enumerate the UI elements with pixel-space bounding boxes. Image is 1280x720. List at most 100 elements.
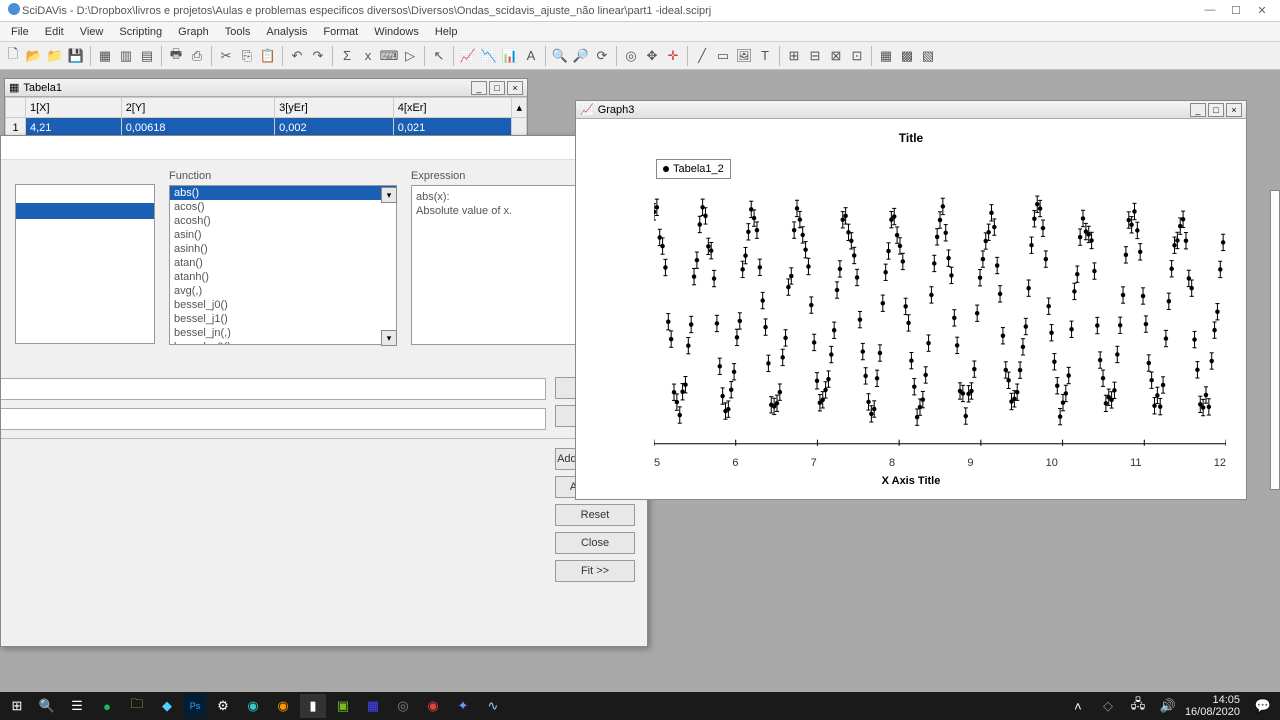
fit-button[interactable]: Fit >> (555, 560, 635, 582)
table-maximize[interactable]: □ (489, 81, 505, 95)
app5-icon[interactable]: ✦ (450, 694, 476, 718)
function-item[interactable]: acos() (170, 200, 396, 214)
search-icon[interactable]: 🔍 (34, 694, 60, 718)
line-icon[interactable]: ╱ (693, 47, 711, 65)
terminal-icon[interactable]: ▮ (300, 694, 326, 718)
minimize-button[interactable]: — (1198, 4, 1222, 17)
grid1-icon[interactable]: ▦ (877, 47, 895, 65)
plot-icon[interactable]: 📈 (459, 47, 477, 65)
edge-icon[interactable]: ◉ (240, 694, 266, 718)
plot3-icon[interactable]: 📊 (501, 47, 519, 65)
table-minimize[interactable]: _ (471, 81, 487, 95)
undo-icon[interactable]: ↶ (288, 47, 306, 65)
zoomreset-icon[interactable]: ⟳ (593, 47, 611, 65)
menu-tools[interactable]: Tools (218, 24, 258, 40)
col-header-4[interactable]: 4[xEr] (393, 98, 512, 118)
app3-icon[interactable]: ▦ (360, 694, 386, 718)
x-icon[interactable]: x (359, 47, 377, 65)
app2-icon[interactable]: ▣ (330, 694, 356, 718)
newnote-icon[interactable]: ▤ (138, 47, 156, 65)
export-icon[interactable]: ⎙ (188, 47, 206, 65)
menu-format[interactable]: Format (316, 24, 365, 40)
col-header-1[interactable]: 1[X] (26, 98, 122, 118)
start-icon[interactable]: ⊞ (4, 694, 30, 718)
open2-icon[interactable]: 📁 (46, 47, 64, 65)
close-button[interactable]: ✕ (1250, 4, 1274, 17)
category-selected[interactable] (16, 203, 154, 219)
settings-icon[interactable]: ⚙ (210, 694, 236, 718)
col-header-3[interactable]: 3[yEr] (275, 98, 394, 118)
scrollbar-up[interactable]: ▴ (512, 98, 527, 118)
function-item[interactable]: atan() (170, 256, 396, 270)
graph-maximize[interactable]: □ (1208, 103, 1224, 117)
explorer-icon[interactable]: 🗀 (124, 694, 150, 718)
app4-icon[interactable]: ◉ (420, 694, 446, 718)
new-icon[interactable]: 🗋 (4, 47, 22, 65)
plot-legend[interactable]: Tabela1_2 (656, 159, 731, 179)
graph-close[interactable]: × (1226, 103, 1242, 117)
scroll-down-icon[interactable]: ▾ (381, 330, 397, 346)
zoomout-icon[interactable]: 🔎 (572, 47, 590, 65)
taskview-icon[interactable]: ☰ (64, 694, 90, 718)
obs-icon[interactable]: ◎ (390, 694, 416, 718)
print-icon[interactable]: 🖶 (167, 47, 185, 65)
newmatrix-icon[interactable]: ▥ (117, 47, 135, 65)
tray-dropbox-icon[interactable]: ◇ (1095, 694, 1121, 718)
menu-graph[interactable]: Graph (171, 24, 216, 40)
function-item[interactable]: asinh() (170, 242, 396, 256)
grid3-icon[interactable]: ▧ (919, 47, 937, 65)
function-item[interactable]: bessel_j1() (170, 312, 396, 326)
menu-edit[interactable]: Edit (38, 24, 71, 40)
function-item[interactable]: bessel_j0() (170, 298, 396, 312)
function-item[interactable]: bessel_jn(,) (170, 326, 396, 340)
function-item[interactable]: avg(,) (170, 284, 396, 298)
sigma-icon[interactable]: Σ (338, 47, 356, 65)
newtable-icon[interactable]: ▦ (96, 47, 114, 65)
plot2-icon[interactable]: 📉 (480, 47, 498, 65)
function-item[interactable]: bessel_y0() (170, 340, 396, 345)
menu-windows[interactable]: Windows (367, 24, 426, 40)
grid2-icon[interactable]: ▩ (898, 47, 916, 65)
image-icon[interactable]: 🖼 (735, 47, 753, 65)
cut-icon[interactable]: ✂ (217, 47, 235, 65)
run-icon[interactable]: ▷ (401, 47, 419, 65)
tray-net-icon[interactable]: 🖧 (1125, 694, 1151, 718)
plotA-icon[interactable]: A (522, 47, 540, 65)
dropdown-arrow-icon[interactable]: ▾ (381, 187, 397, 203)
cross-icon[interactable]: ✛ (664, 47, 682, 65)
col-header-2[interactable]: 2[Y] (121, 98, 274, 118)
function-listbox[interactable]: abs()acos()acosh()asin()asinh()atan()ata… (169, 185, 397, 345)
target-icon[interactable]: ◎ (622, 47, 640, 65)
move-icon[interactable]: ✥ (643, 47, 661, 65)
layer1-icon[interactable]: ⊞ (785, 47, 803, 65)
reset-button[interactable]: Reset (555, 504, 635, 526)
layer2-icon[interactable]: ⊟ (806, 47, 824, 65)
graph-minimize[interactable]: _ (1190, 103, 1206, 117)
layer4-icon[interactable]: ⊡ (848, 47, 866, 65)
name-input[interactable] (1, 378, 546, 400)
firefox-icon[interactable]: ◉ (270, 694, 296, 718)
category-list[interactable] (15, 184, 155, 344)
script-icon[interactable]: ⌨ (380, 47, 398, 65)
app1-icon[interactable]: ◆ (154, 694, 180, 718)
save-icon[interactable]: 💾 (67, 47, 85, 65)
menu-view[interactable]: View (73, 24, 111, 40)
scidavis-taskbar-icon[interactable]: ∿ (480, 694, 506, 718)
pointer-icon[interactable]: ↖ (430, 47, 448, 65)
notifications-icon[interactable]: 💬 (1250, 694, 1276, 718)
spotify-icon[interactable]: ● (94, 694, 120, 718)
tray-vol-icon[interactable]: 🔊 (1155, 694, 1181, 718)
menu-help[interactable]: Help (428, 24, 465, 40)
paste-icon[interactable]: 📋 (259, 47, 277, 65)
copy-icon[interactable]: ⎘ (238, 47, 256, 65)
name-input-2[interactable] (1, 408, 546, 430)
redo-icon[interactable]: ↷ (309, 47, 327, 65)
function-item[interactable]: abs() (170, 186, 396, 200)
close-dialog-button[interactable]: Close (555, 532, 635, 554)
rect-icon[interactable]: ▭ (714, 47, 732, 65)
open-icon[interactable]: 📂 (25, 47, 43, 65)
function-item[interactable]: acosh() (170, 214, 396, 228)
photoshop-icon[interactable]: Ps (184, 694, 206, 718)
table-close[interactable]: × (507, 81, 523, 95)
function-item[interactable]: asin() (170, 228, 396, 242)
